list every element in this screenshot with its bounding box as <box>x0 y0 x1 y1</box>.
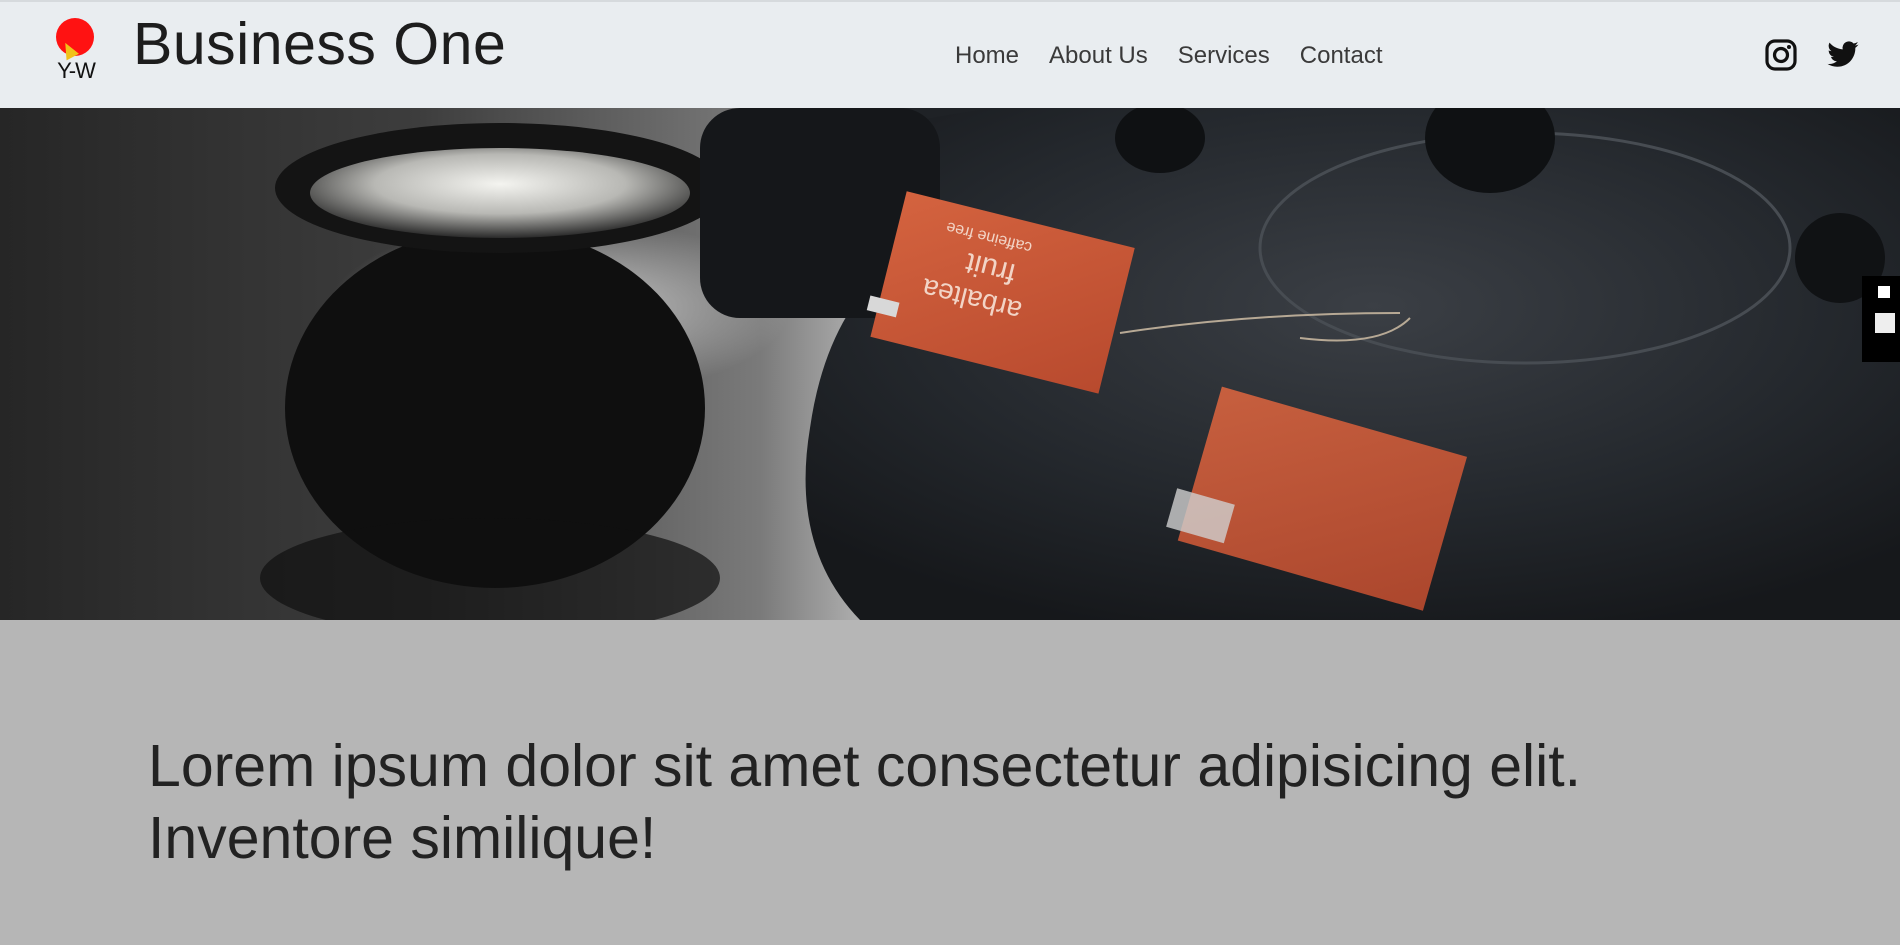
logo-mark: Y-W <box>57 58 96 83</box>
nav-services[interactable]: Services <box>1178 42 1270 70</box>
instagram-icon[interactable] <box>1764 38 1798 72</box>
nav-about-us[interactable]: About Us <box>1049 42 1148 70</box>
main-nav: Home About Us Services Contact <box>955 42 1383 70</box>
headline: Lorem ipsum dolor sit amet consectetur a… <box>148 730 1708 874</box>
nav-contact[interactable]: Contact <box>1300 42 1383 70</box>
hero-image: arbaltea fruit caffeine free <box>260 108 1900 620</box>
logo[interactable]: Y-W <box>50 16 102 86</box>
site-header: Y-W Business One Home About Us Services … <box>0 0 1900 108</box>
social-links <box>1764 38 1860 72</box>
brand-title[interactable]: Business One <box>133 10 506 78</box>
cup-shadow <box>260 518 720 620</box>
headline-line-2: Inventore similique! <box>148 805 657 871</box>
hero-banner: arbaltea fruit caffeine free <box>0 108 1900 620</box>
slide-dot-2[interactable] <box>1875 313 1895 333</box>
twitter-icon[interactable] <box>1826 38 1860 72</box>
slide-dot-1[interactable] <box>1878 286 1890 298</box>
slide-indicator[interactable] <box>1862 276 1900 362</box>
headline-line-1: Lorem ipsum dolor sit amet consectetur a… <box>148 733 1582 799</box>
cup-tea <box>310 148 690 238</box>
nav-home[interactable]: Home <box>955 42 1019 70</box>
content-section: Lorem ipsum dolor sit amet consectetur a… <box>0 620 1900 945</box>
